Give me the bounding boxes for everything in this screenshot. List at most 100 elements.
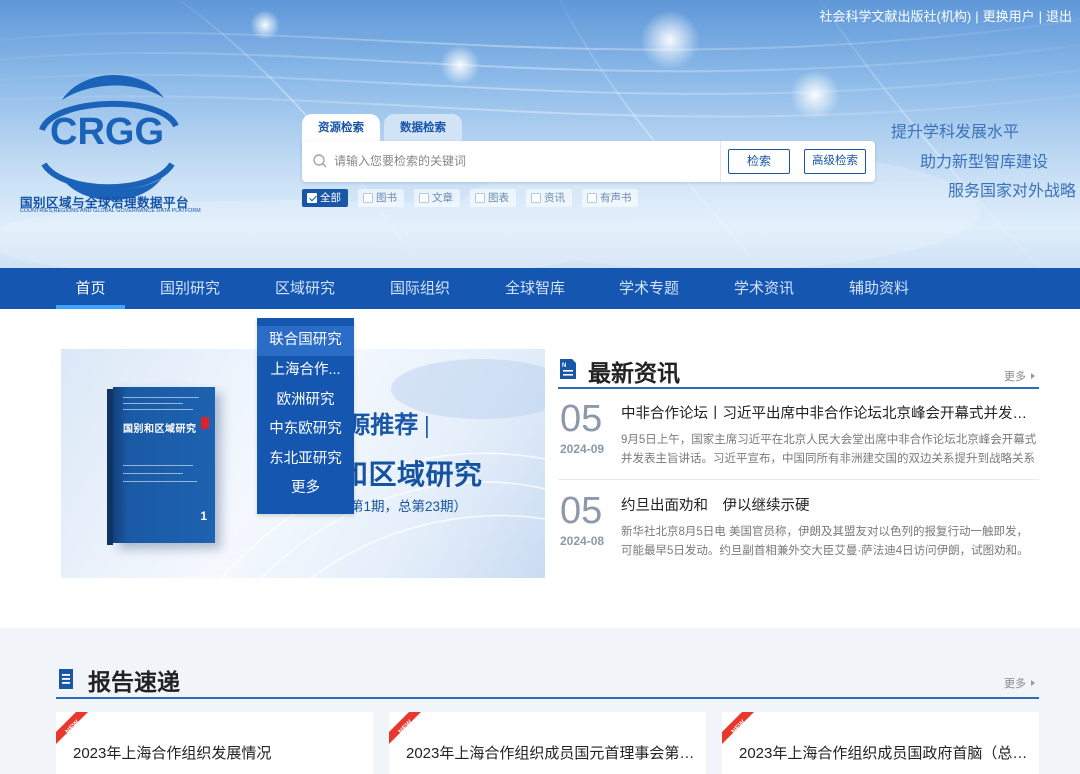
filter-label: 文章 (432, 192, 453, 204)
journal-cover-title: 国别和区域研究 (123, 424, 197, 435)
cover-rule (123, 465, 193, 466)
nav-global-think-tanks[interactable]: 全球智库 (495, 268, 575, 309)
new-badge-icon: NEW (389, 712, 421, 744)
search-icon (313, 154, 327, 168)
banner-light (250, 10, 280, 40)
news-year-month: 2024-09 (560, 442, 605, 456)
dropdown-item-europe-studies[interactable]: 欧洲研究 (257, 386, 354, 416)
journal-cover: 国别和区域研究 1 (107, 387, 215, 545)
journal-issue-number: 1 (200, 509, 207, 523)
svg-text:N: N (562, 363, 566, 369)
switch-user-link[interactable]: 更换用户 (983, 9, 1035, 24)
search-input[interactable] (334, 149, 714, 173)
filter-books[interactable]: 图书 (358, 189, 404, 207)
filter-label: 资讯 (544, 192, 565, 204)
link-separator: | (1038, 9, 1042, 24)
news-icon: N (560, 359, 576, 379)
cover-rule (123, 409, 193, 410)
search-button[interactable]: 检索 (728, 149, 790, 174)
filter-label: 图表 (488, 192, 509, 204)
nav-active-indicator (56, 305, 125, 309)
dropdown-item-northeast-asia-studies[interactable]: 东北亚研究 (257, 445, 354, 475)
news-headline[interactable]: 中非合作论坛丨习近平出席中非合作论坛北京峰会开幕式并发表主旨讲话 (621, 402, 1037, 423)
nav-auxiliary-materials[interactable]: 辅助资料 (839, 268, 919, 309)
news-item[interactable]: 05 2024-09 中非合作论坛丨习近平出席中非合作论坛北京峰会开幕式并发表主… (558, 398, 1039, 474)
dropdown-item-cee-studies[interactable]: 中东欧研究 (257, 415, 354, 445)
search-box: 检索 高级检索 (302, 141, 875, 182)
dropdown-item-sco[interactable]: 上海合作... (257, 356, 354, 386)
report-card[interactable]: NEW 2023年上海合作组织成员国政府首脑（总理）理事会 (722, 712, 1039, 774)
slogan-1: 提升学科发展水平 (891, 124, 1020, 141)
news-summary: 9月5日上午，国家主席习近平在北京人民大会堂出席中非合作论坛北京峰会开幕式并发表… (621, 434, 1037, 465)
news-day: 05 (560, 398, 603, 440)
new-badge-icon: NEW (722, 712, 754, 744)
report-title: 2023年上海合作组织成员国元首理事会第二十三次会议 (406, 745, 696, 762)
new-badge-icon: NEW (56, 712, 88, 744)
arrow-right-icon (1031, 373, 1035, 379)
checkbox-icon (363, 193, 373, 203)
nav-dropdown-menu: 联合国研究 上海合作... 欧洲研究 中东欧研究 东北亚研究 更多 (257, 318, 354, 514)
cover-rule (123, 473, 183, 474)
dropdown-item-un-studies[interactable]: 联合国研究 (257, 326, 354, 356)
report-title: 2023年上海合作组织成员国政府首脑（总理）理事会 (739, 745, 1029, 762)
latest-news-header: N 最新资讯 更多 (558, 355, 1039, 389)
cover-rule (123, 403, 183, 404)
link-separator: | (975, 9, 979, 24)
filter-label: 有声书 (600, 192, 632, 204)
nav-international-orgs[interactable]: 国际组织 (380, 268, 460, 309)
latest-news-title: 最新资讯 (588, 360, 680, 386)
report-express-header: 报告速递 更多 (56, 663, 1039, 699)
tab-data-search[interactable]: 数据检索 (384, 114, 462, 142)
arrow-right-icon (1031, 680, 1035, 686)
news-headline[interactable]: 约旦出面劝和 伊以继续示硬 (621, 494, 1037, 515)
checkbox-icon (587, 193, 597, 203)
filter-all[interactable]: 全部 (302, 189, 348, 207)
org-account-link[interactable]: 社会科学文献出版社(机构) (820, 9, 972, 24)
checkbox-icon (475, 193, 485, 203)
checkbox-icon (307, 193, 317, 203)
section-rule (558, 387, 1039, 389)
cover-rule (123, 397, 199, 398)
logout-link[interactable]: 退出 (1046, 9, 1072, 24)
filter-audiobooks[interactable]: 有声书 (582, 189, 638, 207)
cover-red-mark (201, 417, 209, 429)
cover-rule (123, 481, 197, 482)
nav-home[interactable]: 首页 (56, 268, 125, 309)
nav-country-studies[interactable]: 国别研究 (150, 268, 230, 309)
nav-academic-topics[interactable]: 学术专题 (609, 268, 689, 309)
reports-more-link[interactable]: 更多 (1004, 675, 1035, 691)
more-label: 更多 (1004, 371, 1026, 383)
tab-resource-search[interactable]: 资源检索 (302, 114, 380, 142)
slogan-2: 助力新型智库建设 (920, 154, 1049, 171)
filter-news[interactable]: 资讯 (526, 189, 572, 207)
filter-label: 图书 (376, 192, 397, 204)
section-rule (56, 697, 1039, 699)
more-label: 更多 (1004, 678, 1026, 690)
report-card[interactable]: NEW 2023年上海合作组织发展情况 (56, 712, 373, 774)
report-express-title: 报告速递 (88, 669, 180, 695)
news-summary: 新华社北京8月5日电 美国官员称，伊朗及其盟友对以色列的报复行动一触即发，可能最… (621, 526, 1029, 557)
news-day: 05 (560, 490, 603, 532)
header-banner: 社会科学文献出版社(机构) | 更换用户 | 退出 CRGG 国别区域与全球治理数据平台… (0, 0, 1080, 268)
top-user-links: 社会科学文献出版社(机构) | 更换用户 | 退出 (820, 6, 1072, 25)
filter-charts[interactable]: 图表 (470, 189, 516, 207)
nav-academic-news[interactable]: 学术资讯 (724, 268, 804, 309)
banner-light (440, 45, 480, 85)
banner-light (790, 70, 840, 120)
nav-regional-studies[interactable]: 区域研究 (265, 268, 345, 309)
news-more-link[interactable]: 更多 (1004, 368, 1035, 384)
advanced-search-button[interactable]: 高级检索 (804, 149, 866, 174)
main-nav: 首页 国别研究 区域研究 国际组织 全球智库 学术专题 学术资讯 辅助资料 (0, 268, 1080, 309)
logo-mark-text: CRGG (50, 111, 164, 153)
platform-name-en: COUNTRIES,REGIONS AND GLOBAL GOVERNANCE … (20, 208, 201, 214)
report-express-section: 报告速递 更多 NEW 2023年上海合作组织发展情况 NEW 2023年上海合… (0, 628, 1080, 774)
news-item[interactable]: 05 2024-08 约旦出面劝和 伊以继续示硬 新华社北京8月5日电 美国官员… (558, 490, 1039, 566)
report-card[interactable]: NEW 2023年上海合作组织成员国元首理事会第二十三次会议 (389, 712, 706, 774)
banner-light (640, 10, 700, 70)
journal-spine (107, 389, 113, 545)
dropdown-item-more[interactable]: 更多 (257, 474, 354, 504)
checkbox-icon (419, 193, 429, 203)
search-divider (720, 141, 721, 182)
filter-articles[interactable]: 文章 (414, 189, 460, 207)
news-divider (558, 479, 1039, 480)
